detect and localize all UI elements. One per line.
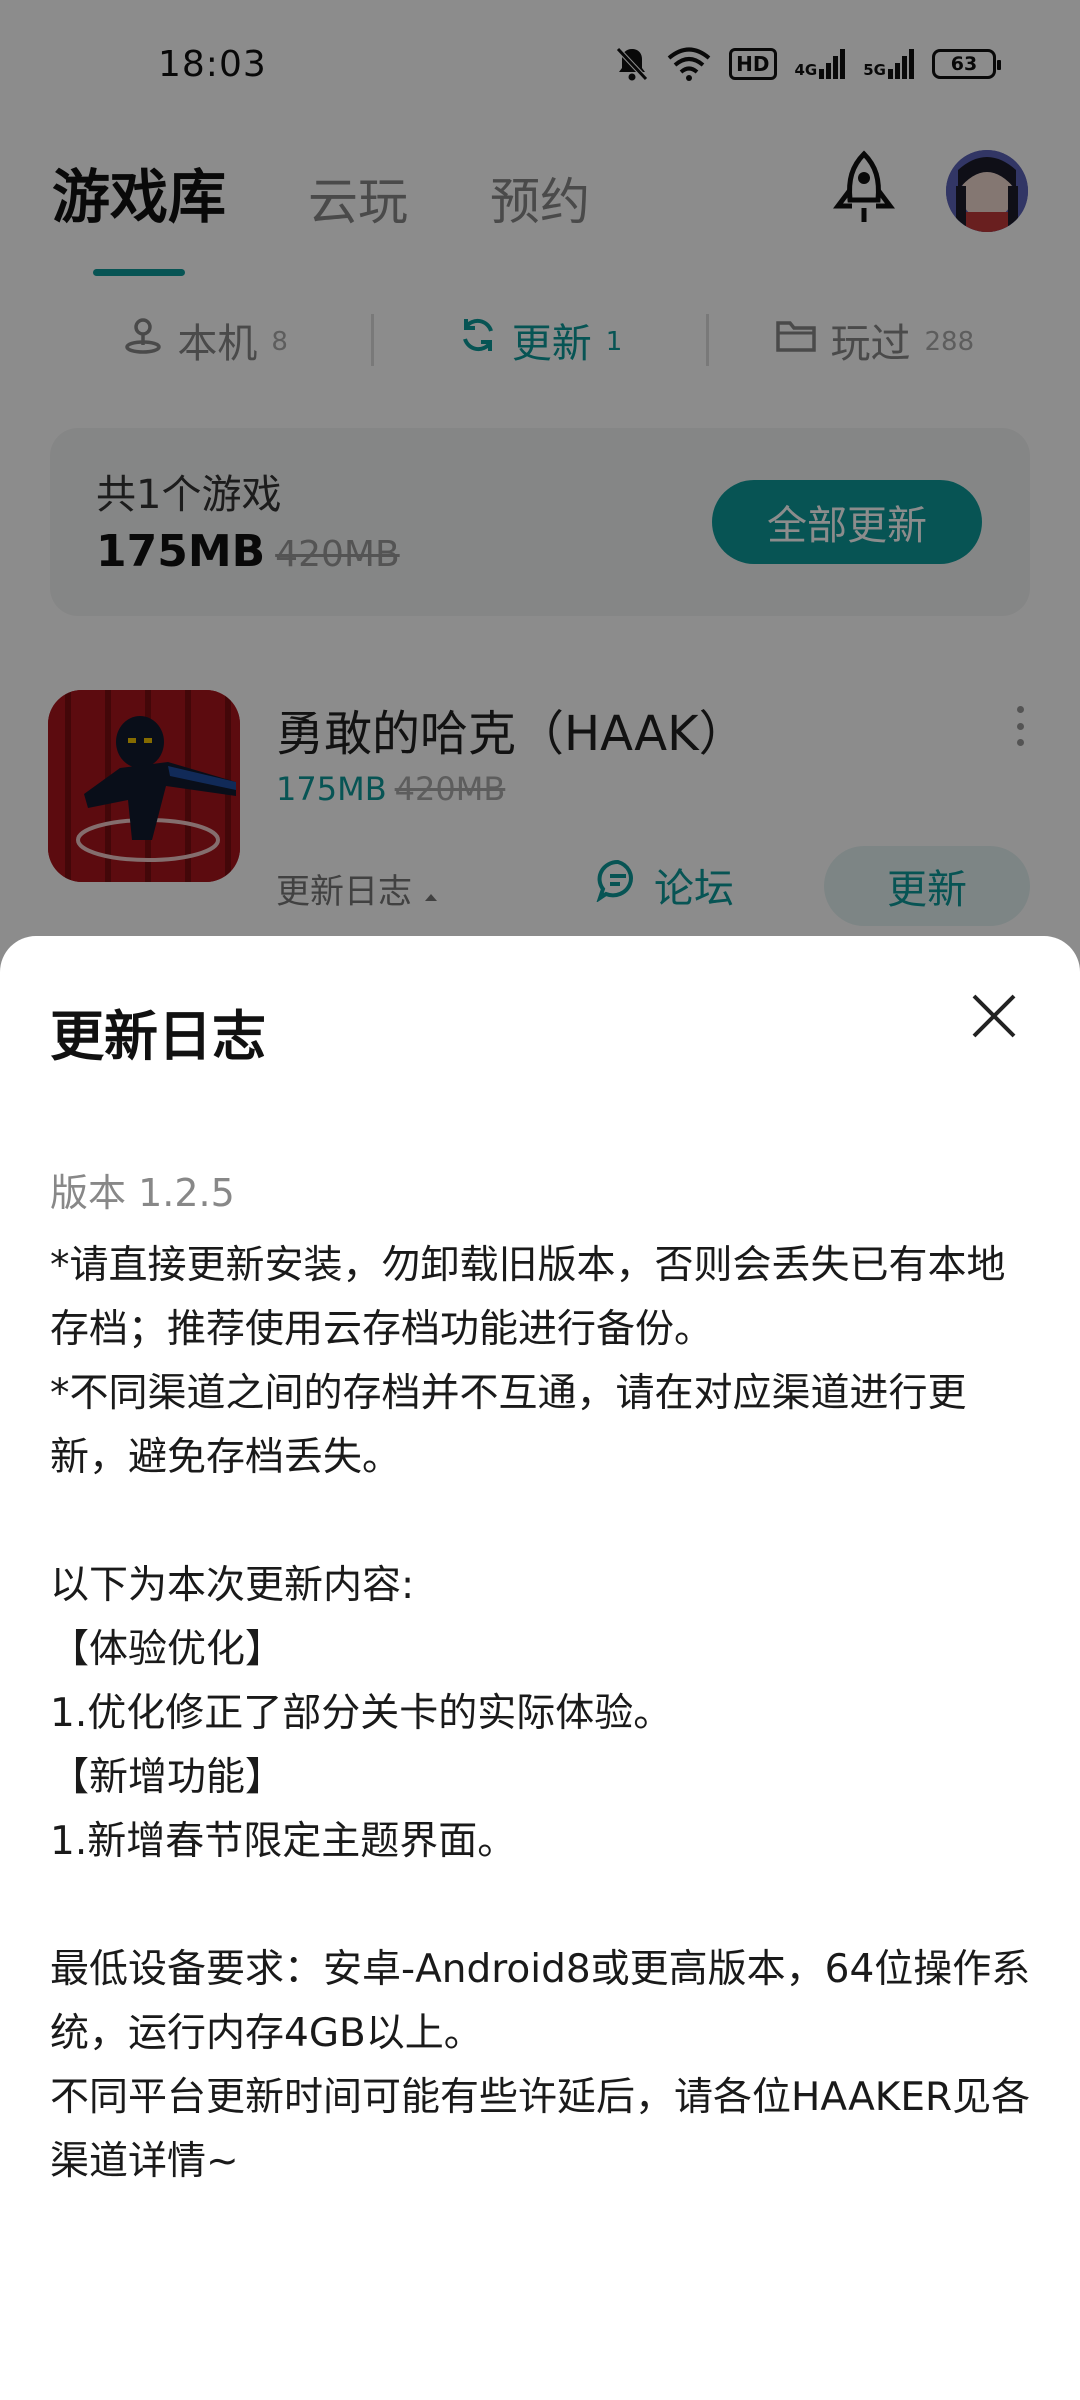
changelog-line: 1.新增春节限定主题界面。 bbox=[50, 1819, 517, 1864]
changelog-line: 1.优化修正了部分关卡的实际体验。 bbox=[50, 1691, 673, 1736]
sheet-title: 更新日志 bbox=[50, 1005, 266, 1068]
close-icon[interactable] bbox=[968, 990, 1020, 1042]
changelog-line: 以下为本次更新内容: bbox=[50, 1563, 415, 1608]
changelog-content: *请直接更新安装，勿卸载旧版本，否则会丢失已有本地存档；推荐使用云存档功能进行备… bbox=[50, 1234, 1040, 2194]
changelog-line: 不同平台更新时间可能有些许延后，请各位HAAKER见各渠道详情~ bbox=[50, 2075, 1031, 2184]
changelog-line: 最低设备要求：安卓-Android8或更高版本，64位操作系统，运行内存4GB以… bbox=[50, 1947, 1031, 2056]
changelog-line: 【体验优化】 bbox=[50, 1627, 285, 1672]
changelog-line bbox=[50, 1874, 1040, 1938]
changelog-line: *请直接更新安装，勿卸载旧版本，否则会丢失已有本地存档；推荐使用云存档功能进行备… bbox=[50, 1243, 1006, 1352]
changelog-line bbox=[50, 1490, 1040, 1554]
changelog-bottom-sheet: 更新日志 版本 1.2.5 *请直接更新安装，勿卸载旧版本，否则会丢失已有本地存… bbox=[0, 936, 1080, 2400]
changelog-line: *不同渠道之间的存档并不互通，请在对应渠道进行更新，避免存档丢失。 bbox=[50, 1371, 967, 1480]
version-label: 版本 1.2.5 bbox=[50, 1171, 235, 1215]
changelog-line: 【新增功能】 bbox=[50, 1755, 285, 1800]
